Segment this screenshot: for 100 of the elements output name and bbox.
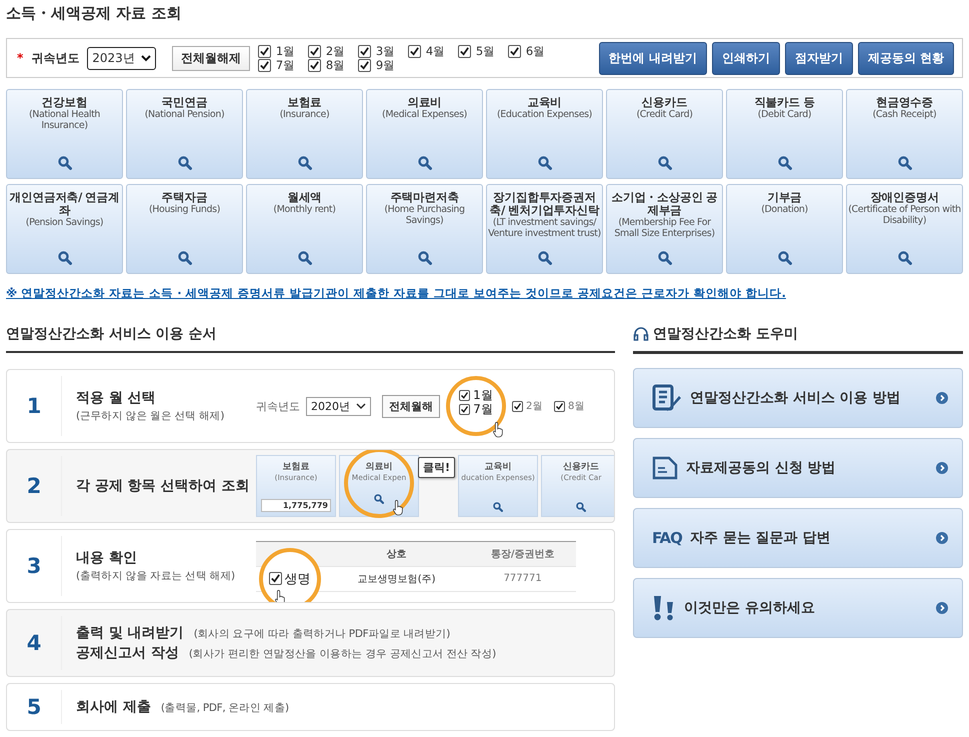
checkbox[interactable]	[308, 58, 321, 72]
notice-link[interactable]: ※ 연말정산간소화 자료는 소득 · 세액공제 증명서류 발급기관이 제출한 자료를 그대로 보여주는 것이므로 공제요건은 근로자가 확인해야 합니다.	[6, 286, 963, 301]
help-link-button[interactable]: 연말정산간소화 서비스 이용 방법	[633, 368, 963, 428]
category-tile[interactable]: 장기집합투자증권저축/ 벤처기업투자신탁 (LT investment savings/ Venture investment trust)	[486, 184, 603, 274]
year-label: 귀속년도	[31, 50, 80, 66]
search-icon	[418, 156, 432, 170]
step-title: 각 공제 항목 선택하여 조회	[76, 477, 250, 495]
help-link-button[interactable]: FAQ 자주 묻는 질문과 답변	[633, 508, 963, 568]
checkbox[interactable]	[258, 44, 271, 58]
month-label: 7월	[276, 58, 296, 72]
search-icon	[418, 251, 432, 265]
step-number: 1	[7, 376, 62, 436]
category-tile[interactable]: 월세액 (Monthly rent)	[246, 184, 363, 274]
category-tile[interactable]: 주택자금 (Housing Funds)	[126, 184, 243, 274]
search-icon	[298, 156, 312, 170]
checkbox[interactable]	[269, 572, 282, 585]
checkbox[interactable]	[258, 58, 271, 72]
year-select[interactable]: 2020년	[306, 396, 371, 416]
category-tile[interactable]: 장애인증명서 (Certificate of Person with Disability)	[846, 184, 963, 274]
action-button[interactable]: 한번에 내려받기	[598, 42, 707, 74]
search-icon	[58, 251, 72, 265]
exclamation-icon	[652, 595, 676, 621]
checkbox[interactable]	[554, 400, 565, 412]
column-header: 통장/증권번호	[490, 548, 556, 560]
step-title: 출력 및 내려받기	[76, 624, 184, 642]
page-title: 소득・세액공제 자료 조회	[6, 4, 182, 24]
clear-months-button[interactable]: 전체월해	[382, 394, 440, 418]
checkbox[interactable]	[308, 44, 321, 58]
step-title: 내용 확인	[76, 549, 138, 567]
category-tile[interactable]: 교육비 (Education Expenses)	[486, 89, 603, 179]
action-button[interactable]: 인쇄하기	[712, 42, 780, 74]
required-mark: *	[17, 51, 24, 65]
step-title: 적용 월 선택	[76, 389, 157, 407]
column-header: 상호	[386, 548, 408, 560]
category-tile[interactable]: 보험료 (Insurance)	[246, 89, 363, 179]
search-icon	[778, 156, 792, 170]
step-note: (출력하지 않을 자료는 선택 해제)	[76, 569, 236, 583]
click-tooltip: 클릭!	[418, 457, 456, 478]
checkbox[interactable]	[458, 44, 471, 58]
clear-months-button[interactable]: 전체월해제	[172, 46, 250, 70]
category-tile[interactable]: 국민연금 (National Pension)	[126, 89, 243, 179]
section-heading: 연말정산간소화 도우미	[653, 325, 798, 343]
table-cell-text: 교보생명보험(주)	[356, 572, 436, 586]
action-button[interactable]: 제공동의 현황	[858, 42, 954, 74]
search-icon	[178, 251, 192, 265]
search-icon	[374, 494, 384, 504]
category-tile[interactable]: 기부금 (Donation)	[726, 184, 843, 274]
step-number: 5	[7, 690, 62, 724]
year-label: 귀속년도	[256, 398, 300, 414]
category-tile[interactable]: 건강보험 (National Health Insurance)	[6, 89, 123, 179]
month-label: 4월	[426, 44, 446, 58]
month-label: 2월	[326, 44, 346, 58]
step-note: (회사가 편리한 연말정산을 이용하는 경우 공제신고서 전산 작성)	[188, 647, 496, 661]
faq-label: FAQ	[652, 529, 682, 547]
month-label: 3월	[376, 44, 396, 58]
checkbox[interactable]	[358, 44, 371, 58]
help-link-button[interactable]: 이것만은 유의하세요	[633, 578, 963, 638]
headset-icon	[633, 326, 649, 342]
search-icon	[538, 251, 552, 265]
step-note: (근무하지 않은 월은 선택 해제)	[76, 409, 226, 423]
month-label: 1월	[473, 386, 493, 404]
amount-field: 1,775,779	[261, 499, 331, 512]
checkbox[interactable]	[358, 58, 371, 72]
section-heading: 연말정산간소화 서비스 이용 순서	[6, 325, 615, 353]
magnified-text: 생명	[284, 570, 310, 588]
checkbox[interactable]	[508, 44, 521, 58]
month-label: 5월	[476, 44, 496, 58]
step-note: (출력물, PDF, 온라인 제출)	[160, 701, 289, 715]
help-link-button[interactable]: 자료제공동의 신청 방법	[633, 438, 963, 498]
category-tile[interactable]: 소기업・소상공인 공제부금 (Membership Fee For Small Size Enterprises)	[606, 184, 723, 274]
search-icon	[898, 156, 912, 170]
step-title: 공제신고서 작성	[76, 644, 179, 662]
month-label: 6월	[526, 44, 546, 58]
search-icon	[538, 156, 552, 170]
category-tile[interactable]: 의료비 (Medical Expenses)	[366, 89, 483, 179]
month-label: 7월	[473, 400, 493, 418]
month-label: 1월	[276, 44, 296, 58]
checkbox[interactable]	[459, 390, 470, 400]
category-tile[interactable]: 개인연금저축/ 연금계좌 (Pension Savings)	[6, 184, 123, 274]
year-select[interactable]: 2023년	[87, 46, 156, 70]
step-number: 2	[7, 456, 62, 516]
category-tile[interactable]: 현금영수증 (Cash Receipt)	[846, 89, 963, 179]
search-icon	[178, 156, 192, 170]
month-label: 2월	[526, 400, 542, 413]
category-tile[interactable]: 주택마련저축 (Home Purchasing Savings)	[366, 184, 483, 274]
category-tile[interactable]: 직불카드 등 (Debit Card)	[726, 89, 843, 179]
search-icon	[658, 251, 672, 265]
checkbox[interactable]	[512, 400, 523, 412]
caret-icon	[356, 402, 366, 410]
category-tile[interactable]: 신용카드 (Credit Card)	[606, 89, 723, 179]
search-icon	[493, 502, 504, 512]
search-icon	[576, 502, 586, 512]
checkbox[interactable]	[408, 44, 421, 58]
action-button[interactable]: 점자받기	[784, 42, 853, 74]
search-icon	[58, 156, 72, 170]
caret-icon	[140, 54, 151, 62]
month-label: 8월	[568, 400, 584, 413]
step-title: 회사에 제출	[76, 698, 151, 716]
checkbox[interactable]	[459, 404, 470, 414]
search-icon	[298, 251, 312, 265]
